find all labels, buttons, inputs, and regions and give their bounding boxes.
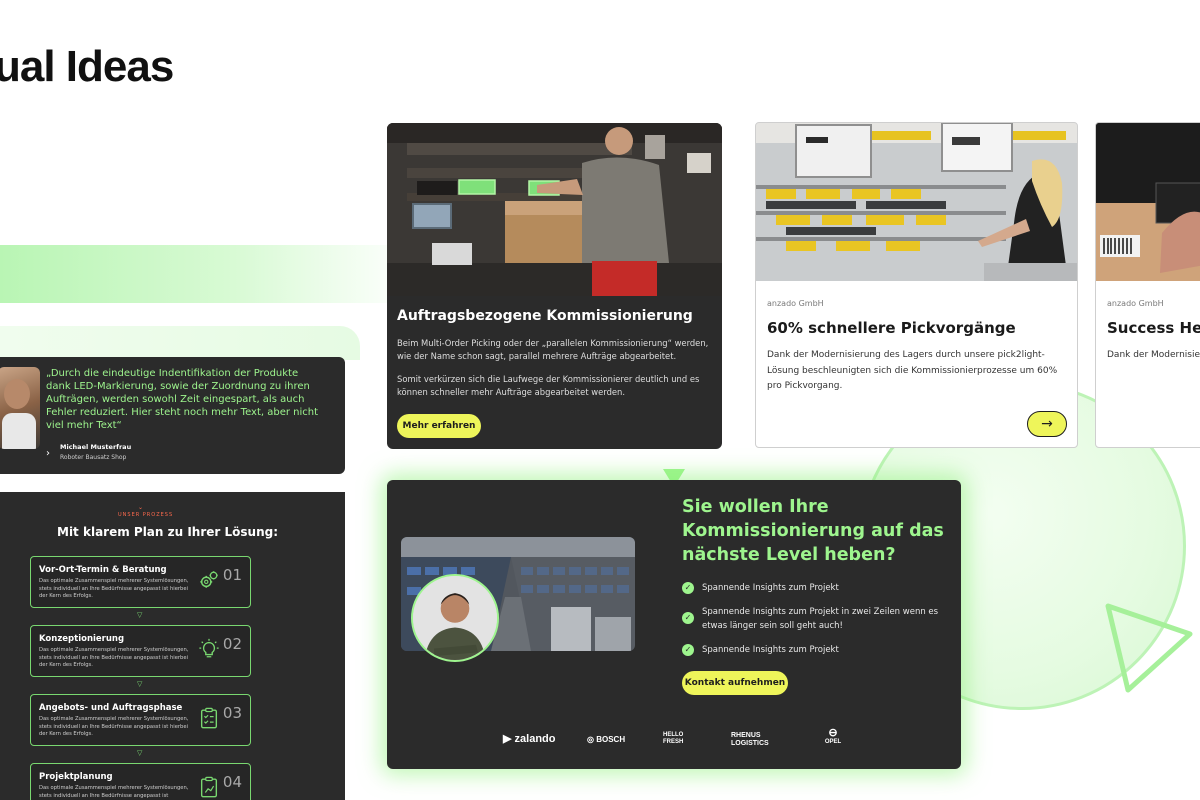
cta-heading: Sie wollen Ihre Kommissionierung auf das… [682,497,944,565]
warehouse-worker-photo [387,123,722,296]
process-title: Mit klarem Plan zu Ihrer Lösung: [57,525,278,539]
service-paragraph: Beim Multi-Order Picking oder der „paral… [397,338,709,361]
step-number: 02 [222,635,242,653]
case-company: anzado GmbH [1107,299,1164,308]
case-study-card[interactable]: anzado GmbH Success He Dank der Modernis… [1095,122,1200,448]
cta-card: Sie wollen Ihre Kommissionierung auf das… [387,480,961,769]
avatar [0,367,40,449]
chevron-down-icon: ⌄ [138,504,144,511]
lightbulb-icon [199,638,219,658]
clipboard-check-icon [200,707,218,729]
case-title: 60% schnellere Pickvorgänge [767,319,1016,337]
warehouse-shelves-photo [756,123,1077,281]
process-step: Projektplanung Das optimale Zusammenspie… [30,763,251,800]
case-text: Dank der Modernisier pick2light-Lösung b… [1107,350,1200,360]
client-logos: ▶ zalando ◎ BOSCH HELLO FRESH RHENUS LOG… [387,726,961,752]
logo-rhenus: RHENUS LOGISTICS [731,732,769,747]
logo-hellofresh: HELLO FRESH [663,732,684,745]
testimonial-card: „Durch die eindeutige Indentifikation de… [0,357,345,474]
bosch-ring-icon: ◎ [587,735,594,744]
barcode-scanner-photo [1096,123,1200,281]
chevron-right-icon: › [46,448,50,459]
step-number: 01 [222,566,242,584]
step-arrow-icon: ▽ [137,749,143,757]
testimonial-name: Michael Musterfrau [60,443,132,451]
process-step: Vor-Ort-Termin & Beratung Das optimale Z… [30,556,251,608]
case-text: Dank der Modernisierung des Lagers durch… [767,350,1058,391]
case-company: anzado GmbH [767,299,824,308]
logo-zalando: ▶ zalando [503,733,556,745]
step-arrow-icon: ▽ [137,611,143,619]
check-icon: ✓ [682,612,694,624]
check-icon: ✓ [682,582,694,594]
case-title: Success He [1107,319,1200,337]
play-icon: ▶ [503,733,512,745]
arrow-right-icon[interactable]: → [1027,411,1067,437]
check-icon: ✓ [682,644,694,656]
page: ual Ideas „Durch die eindeutige Indentif… [0,0,1200,800]
decorative-green-band [0,245,390,303]
step-description: Das optimale Zusammenspiel mehrerer Syst… [39,578,189,599]
bullet-text: Spannende Insights zum Projekt in zwei Z… [702,607,939,631]
step-description: Das optimale Zusammenspiel mehrerer Syst… [39,785,189,799]
gears-icon [200,571,218,588]
step-number: 04 [222,773,242,791]
step-title: Projektplanung [39,772,113,782]
process-kicker: UNSER PROZESS [118,512,174,518]
testimonial-quote: „Durch die eindeutige Indentifikation de… [46,368,319,431]
service-paragraph: Somit verkürzen sich die Laufwege der Ko… [397,374,700,397]
case-study-card[interactable]: anzado GmbH 60% schnellere Pickvorgänge … [755,122,1078,448]
more-button[interactable]: Mehr erfahren [397,414,481,438]
step-title: Angebots- und Auftragsphase [39,703,183,713]
step-arrow-icon: ▽ [137,680,143,688]
decorative-triangle-icon [1105,603,1193,693]
step-title: Konzeptionierung [39,634,125,644]
testimonial-company: Roboter Bausatz Shop [60,454,127,461]
process-card: ⌄ UNSER PROZESS Mit klarem Plan zu Ihrer… [0,492,345,800]
step-description: Das optimale Zusammenspiel mehrerer Syst… [39,716,189,737]
logo-opel: ⊖ OPEL [819,726,847,745]
clipboard-plan-icon [200,776,218,798]
step-title: Vor-Ort-Termin & Beratung [39,565,167,575]
contact-person-photo [411,574,499,662]
opel-bolt-icon: ⊖ [828,727,838,739]
step-number: 03 [222,704,242,722]
page-title: ual Ideas [0,42,174,91]
step-description: Das optimale Zusammenspiel mehrerer Syst… [39,647,189,668]
bullet-text: Spannende Insights zum Projekt [702,645,839,655]
bullet-text: Spannende Insights zum Projekt [702,583,839,593]
service-title: Auftragsbezogene Kommissionierung [397,308,693,324]
process-step: Angebots- und Auftragsphase Das optimale… [30,694,251,746]
logo-bosch: ◎ BOSCH [587,735,626,744]
contact-button[interactable]: Kontakt aufnehmen [682,671,788,695]
service-card[interactable]: Auftragsbezogene Kommissionierung Beim M… [387,123,722,449]
decorative-green-band [0,326,360,360]
process-step: Konzeptionierung Das optimale Zusammensp… [30,625,251,677]
